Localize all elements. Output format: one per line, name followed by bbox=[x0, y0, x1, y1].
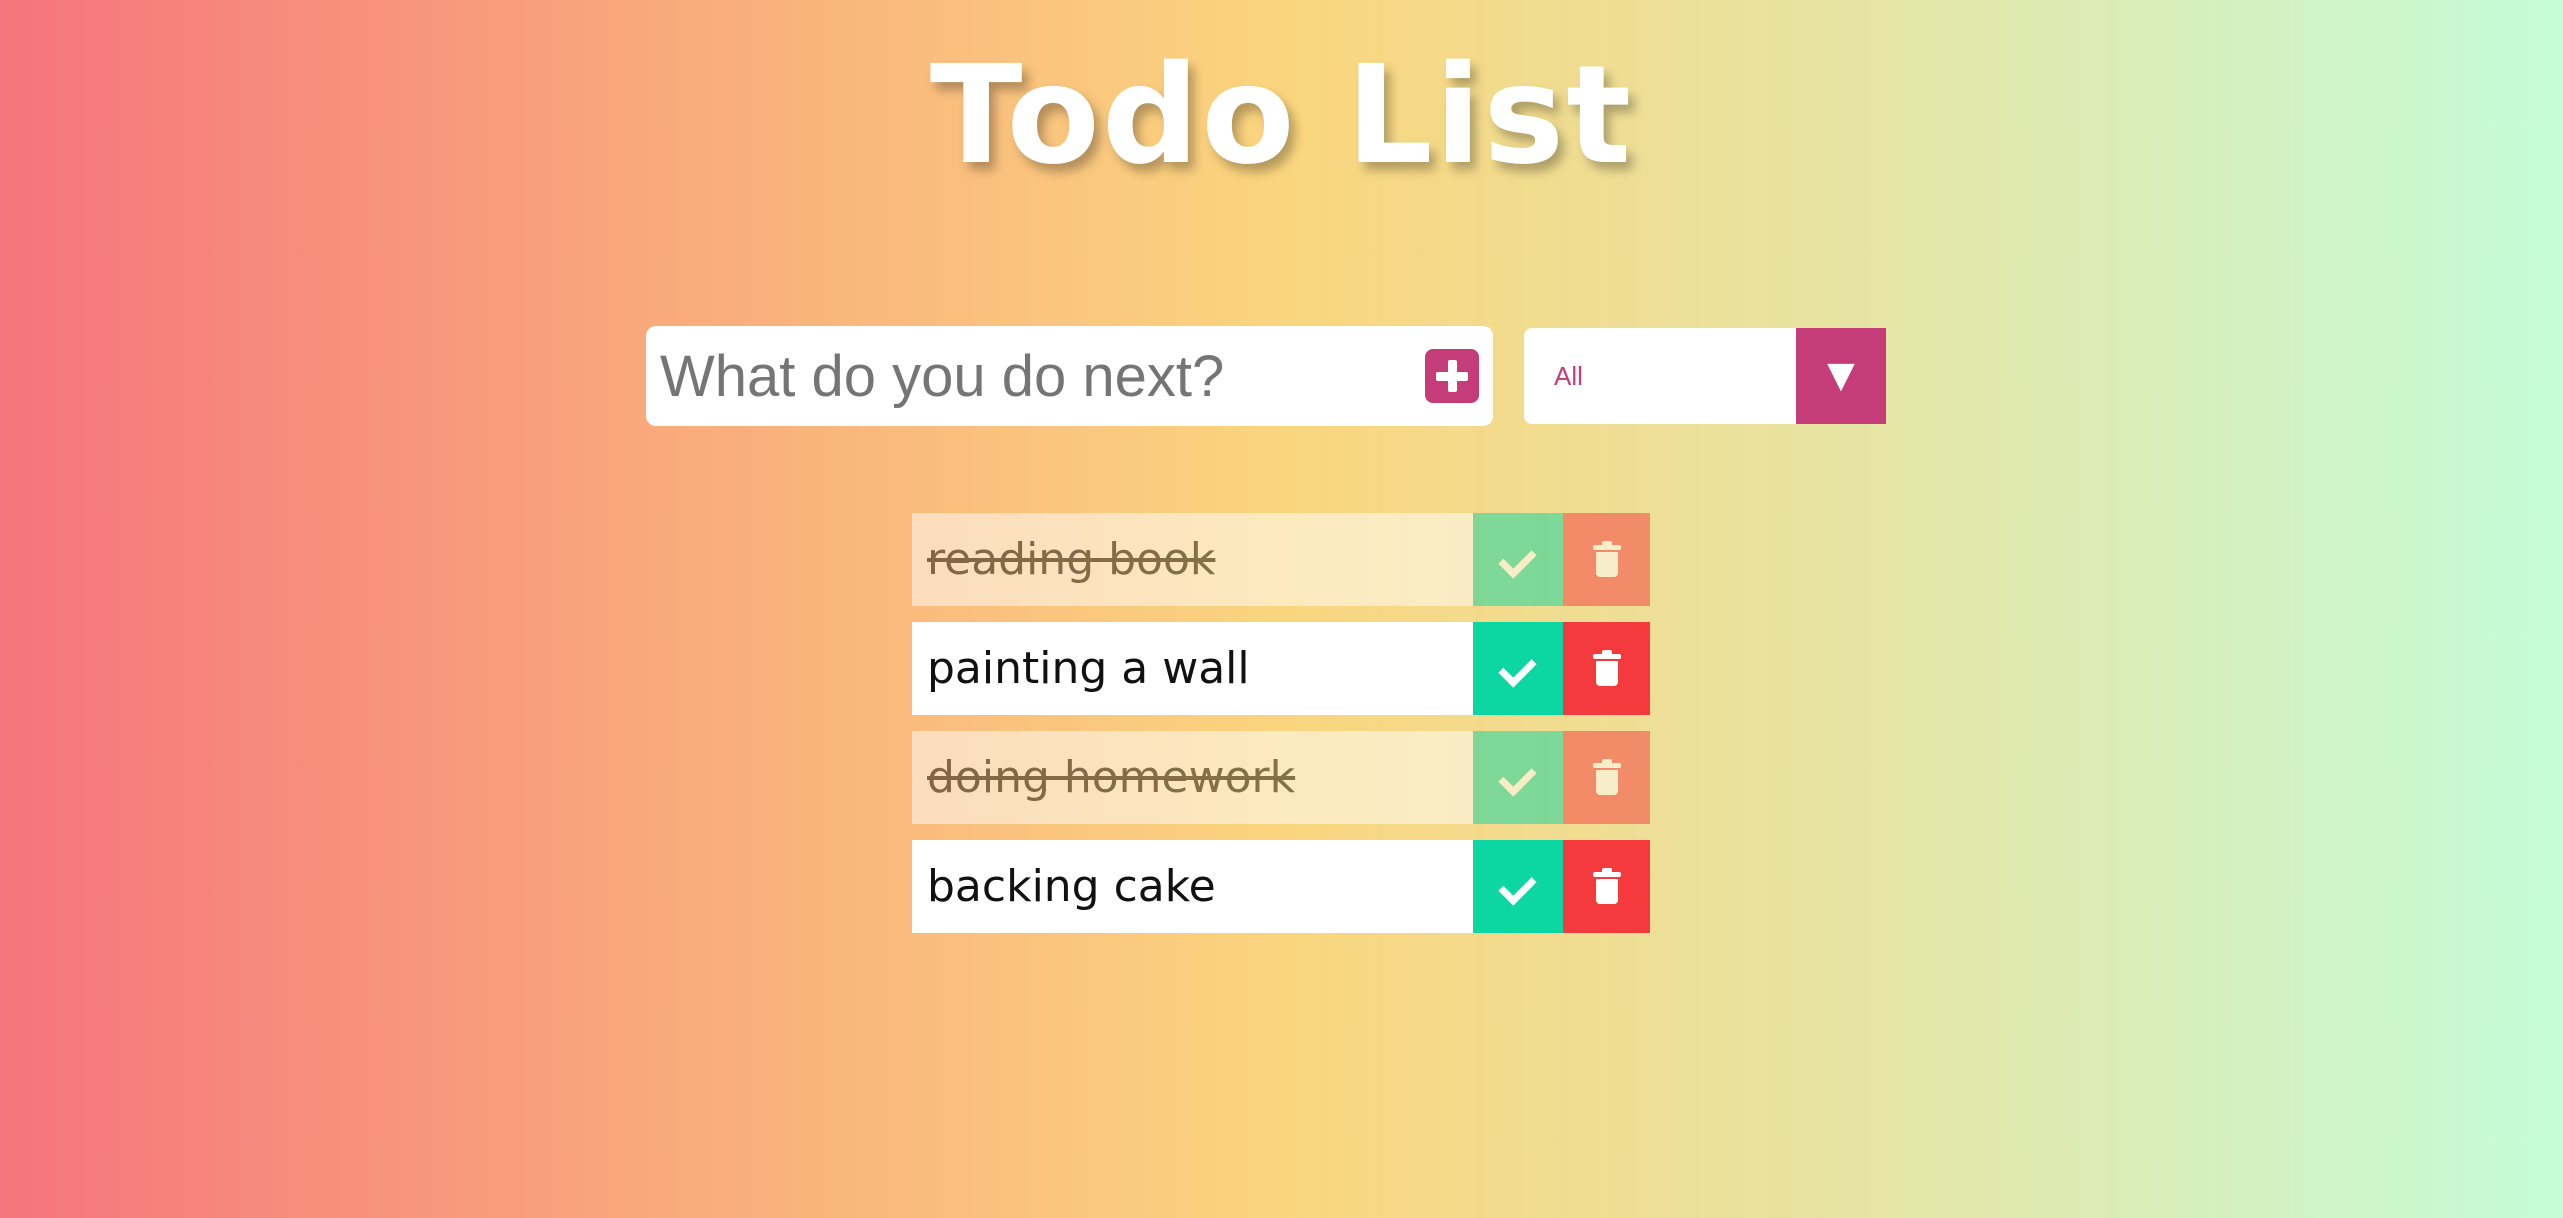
todo-input[interactable] bbox=[660, 326, 1420, 426]
chevron-down-icon[interactable]: ▼ bbox=[1796, 328, 1886, 424]
complete-button[interactable] bbox=[1473, 513, 1563, 606]
todo-item: reading book bbox=[912, 513, 1650, 606]
filter-selected-value: All bbox=[1554, 361, 1583, 391]
trash-icon bbox=[1593, 541, 1621, 577]
todo-text: backing cake bbox=[912, 840, 1473, 933]
delete-button[interactable] bbox=[1563, 513, 1650, 606]
delete-button[interactable] bbox=[1563, 840, 1650, 933]
trash-icon bbox=[1593, 759, 1621, 795]
delete-button[interactable] bbox=[1563, 622, 1650, 715]
filter-select[interactable]: All ▼ bbox=[1524, 328, 1886, 424]
todo-item: backing cake bbox=[912, 840, 1650, 933]
todo-form bbox=[646, 326, 1493, 426]
complete-button[interactable] bbox=[1473, 622, 1563, 715]
todo-list: reading book painting a wall doing homew… bbox=[912, 513, 1650, 949]
check-icon bbox=[1498, 649, 1537, 688]
todo-text: painting a wall bbox=[912, 622, 1473, 715]
page-title: Todo List bbox=[929, 37, 1634, 195]
todo-item: painting a wall bbox=[912, 622, 1650, 715]
complete-button[interactable] bbox=[1473, 840, 1563, 933]
delete-button[interactable] bbox=[1563, 731, 1650, 824]
complete-button[interactable] bbox=[1473, 731, 1563, 824]
trash-icon bbox=[1593, 868, 1621, 904]
check-icon bbox=[1498, 867, 1537, 906]
todo-item: doing homework bbox=[912, 731, 1650, 824]
todo-text: reading book bbox=[912, 513, 1473, 606]
check-icon bbox=[1498, 540, 1537, 579]
add-todo-button[interactable] bbox=[1425, 349, 1479, 403]
todo-text: doing homework bbox=[912, 731, 1473, 824]
check-icon bbox=[1498, 758, 1537, 797]
trash-icon bbox=[1593, 650, 1621, 686]
